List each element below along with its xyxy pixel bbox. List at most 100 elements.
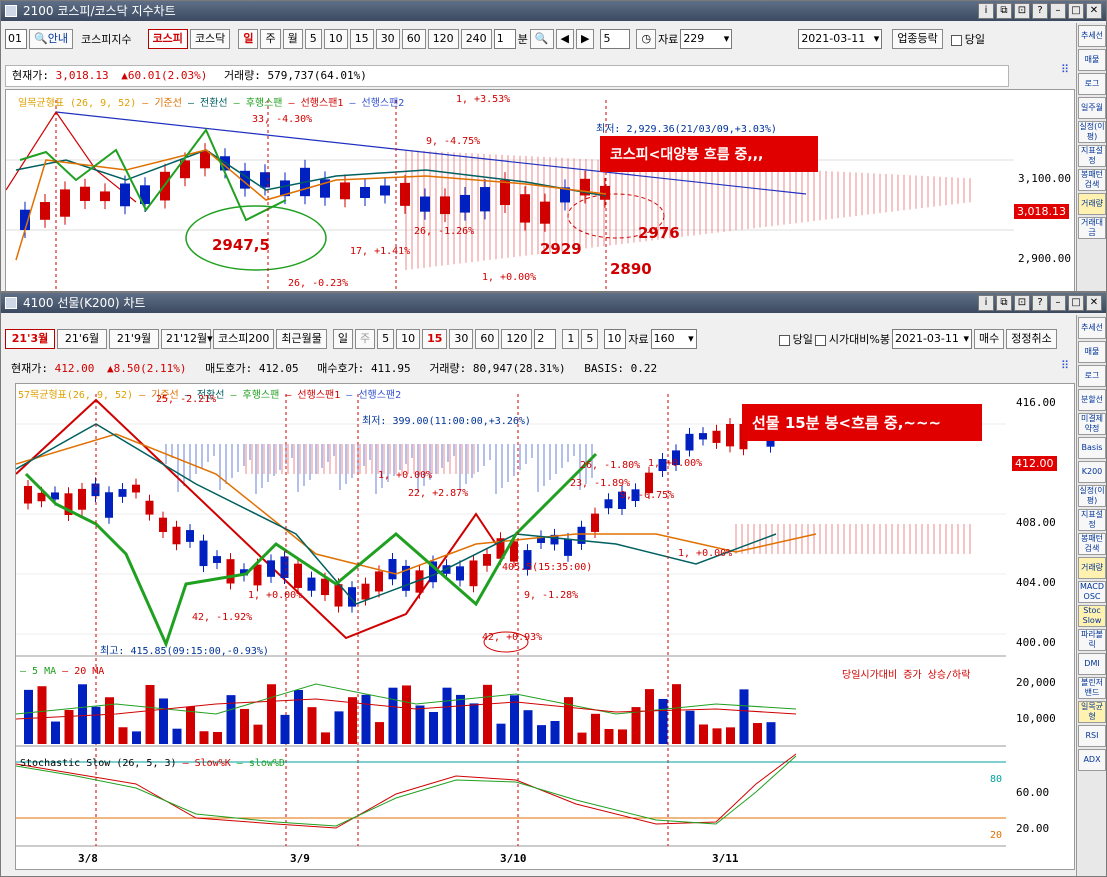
sidebar-item[interactable]: 거래대금 xyxy=(1078,217,1106,239)
sidebar-item[interactable]: 봉패턴검색 xyxy=(1078,533,1106,555)
correct-cancel-button[interactable]: 정정취소 xyxy=(1006,329,1057,349)
minute-input[interactable]: 2 xyxy=(534,329,557,349)
minimize-icon[interactable]: – xyxy=(1050,3,1066,19)
open-vs-checkbox[interactable]: 시가대비%봉 xyxy=(814,331,890,347)
minimize-icon[interactable]: – xyxy=(1050,295,1066,311)
period-60[interactable]: 60 xyxy=(401,29,426,49)
sidebar-item[interactable]: K200 xyxy=(1078,461,1106,483)
period-30[interactable]: 30 xyxy=(375,29,400,49)
sidebar-item[interactable]: Basis xyxy=(1078,437,1106,459)
period-5[interactable]: 5 xyxy=(304,29,322,49)
period-120[interactable]: 120 xyxy=(427,29,459,49)
sidebar-item[interactable]: 분할선 xyxy=(1078,389,1106,411)
tab-contract-sep[interactable]: 21'9월 xyxy=(109,329,159,349)
period-240[interactable]: 240 xyxy=(460,29,492,49)
data-count-select[interactable]: 160 ▾ xyxy=(650,329,697,349)
sidebar-item[interactable]: Stoc Slow xyxy=(1078,605,1106,627)
grid-toggle-icon[interactable]: ⠿ xyxy=(1061,359,1069,372)
tab-contract-mar[interactable]: 21'3월 xyxy=(5,329,55,349)
prev-arrow-icon[interactable]: ◀ xyxy=(555,29,574,49)
sidebar-item[interactable]: 거래량 xyxy=(1078,193,1106,215)
guide-button[interactable]: 🔍안내 xyxy=(29,29,73,49)
buy-button[interactable]: 매수 xyxy=(973,329,1005,349)
volume-bar xyxy=(240,708,249,744)
sidebar-item[interactable]: 일목균형 xyxy=(1078,701,1106,723)
pin-icon[interactable]: ⊡ xyxy=(1014,295,1030,311)
sidebar-item[interactable]: ADX xyxy=(1078,749,1106,771)
period-10[interactable]: 10 xyxy=(396,329,421,349)
kospi-candle-chart[interactable]: 일목균형표 (26, 9, 52) — 기준선 — 전환선 — 후행스팬 — 선… xyxy=(5,89,1075,291)
window-title: 4100 선물(K200) 차트 xyxy=(23,296,146,310)
kospi200-button[interactable]: 코스피200 xyxy=(213,329,275,349)
zoom-icon[interactable]: 🔍 xyxy=(529,29,554,49)
tab-kosdaq[interactable]: 코스닥 xyxy=(189,29,231,49)
today-checkbox[interactable]: 당일 xyxy=(950,31,985,47)
window-titlebar[interactable]: 2100 코스피/코스닥 지수차트 i ⧉ ⊡ ? – □ ✕ xyxy=(1,1,1106,21)
sidebar-item[interactable]: 매물 xyxy=(1078,49,1106,71)
close-icon[interactable]: ✕ xyxy=(1086,295,1102,311)
sidebar-item[interactable]: 지표설정 xyxy=(1078,145,1106,167)
updown-button[interactable]: 업종등락 xyxy=(892,29,943,49)
sidebar-item[interactable]: 실정(이평) xyxy=(1078,121,1106,143)
period-15[interactable]: 15 xyxy=(349,29,374,49)
period-5[interactable]: 5 xyxy=(377,329,395,349)
minute-input[interactable]: 1 xyxy=(493,29,516,49)
period-week[interactable]: 주 xyxy=(354,329,376,349)
sidebar-item[interactable]: 로그 xyxy=(1078,365,1106,387)
sidebar-item[interactable]: 추세선 xyxy=(1078,25,1106,47)
date-select[interactable]: 2021-03-11 ▾ xyxy=(798,29,883,49)
maximize-icon[interactable]: □ xyxy=(1068,295,1084,311)
info-icon[interactable]: i xyxy=(978,3,994,19)
maximize-icon[interactable]: □ xyxy=(1068,3,1084,19)
basis-value: 0.22 xyxy=(630,362,658,375)
window-titlebar[interactable]: 4100 선물(K200) 차트 i ⧉ ⊡ ? – □ ✕ xyxy=(1,293,1106,313)
period-week[interactable]: 주 xyxy=(260,29,281,49)
period-day[interactable]: 일 xyxy=(332,329,353,349)
sidebar-item[interactable]: 미결제약정 xyxy=(1078,413,1106,435)
tick-1[interactable]: 1 xyxy=(562,329,580,349)
period-day[interactable]: 일 xyxy=(238,29,259,49)
clock-icon[interactable]: ◷ xyxy=(636,29,657,49)
sidebar-item[interactable]: 파라볼릭 xyxy=(1078,629,1106,651)
help-icon[interactable]: ? xyxy=(1032,3,1048,19)
close-icon[interactable]: ✕ xyxy=(1086,3,1102,19)
recent-month-button[interactable]: 최근월물 xyxy=(276,329,327,349)
sidebar-item[interactable]: 볼린저밴드 xyxy=(1078,677,1106,699)
sidebar-item[interactable]: RSI xyxy=(1078,725,1106,747)
period-month[interactable]: 월 xyxy=(282,29,303,49)
next-arrow-icon[interactable]: ▶ xyxy=(575,29,595,49)
sidebar-item[interactable]: 봉패턴검색 xyxy=(1078,169,1106,191)
sidebar-item[interactable]: 지표설정 xyxy=(1078,509,1106,531)
sidebar-item[interactable]: 매물 xyxy=(1078,341,1106,363)
sidebar-item[interactable]: 거래량 xyxy=(1078,557,1106,579)
count-input[interactable]: 5 xyxy=(600,29,631,49)
link-icon[interactable]: ⧉ xyxy=(996,3,1012,19)
sidebar-item[interactable]: MACD OSC xyxy=(1078,581,1106,603)
help-icon[interactable]: ? xyxy=(1032,295,1048,311)
pin-icon[interactable]: ⊡ xyxy=(1014,3,1030,19)
tab-kospi[interactable]: 코스피 xyxy=(147,29,188,49)
tab-contract-jun[interactable]: 21'6월 xyxy=(57,329,107,349)
data-count-select[interactable]: 229 ▾ xyxy=(680,29,733,49)
period-15[interactable]: 15 xyxy=(422,329,448,349)
code-input[interactable]: 01 xyxy=(5,29,27,49)
date-select[interactable]: 2021-03-11 ▾ xyxy=(891,329,972,349)
info-icon[interactable]: i xyxy=(978,295,994,311)
sidebar-item[interactable]: DMI xyxy=(1078,653,1106,675)
tab-contract-dec[interactable]: 21'12월▾ xyxy=(161,329,213,349)
period-10[interactable]: 10 xyxy=(323,29,348,49)
sidebar-item[interactable]: 실정(이평) xyxy=(1078,485,1106,507)
futures-chart-area[interactable]: 57목균형표(26, 9, 52) — 기준선 — 전환선 — 후행스팬 — 선… xyxy=(15,383,1075,870)
grid-toggle-icon[interactable]: ⠿ xyxy=(1061,63,1069,76)
sidebar-item[interactable]: 일주월 xyxy=(1078,97,1106,119)
tick-input[interactable]: 10 xyxy=(604,329,627,349)
tick-5[interactable]: 5 xyxy=(581,329,599,349)
sidebar-item[interactable]: 추세선 xyxy=(1078,317,1106,339)
period-120[interactable]: 120 xyxy=(501,329,533,349)
link-icon[interactable]: ⧉ xyxy=(996,295,1012,311)
data-count-value: 229 xyxy=(683,32,705,45)
period-60[interactable]: 60 xyxy=(475,329,500,349)
sidebar-item[interactable]: 로그 xyxy=(1078,73,1106,95)
period-30[interactable]: 30 xyxy=(449,329,474,349)
today-checkbox[interactable]: 당일 xyxy=(778,331,813,347)
